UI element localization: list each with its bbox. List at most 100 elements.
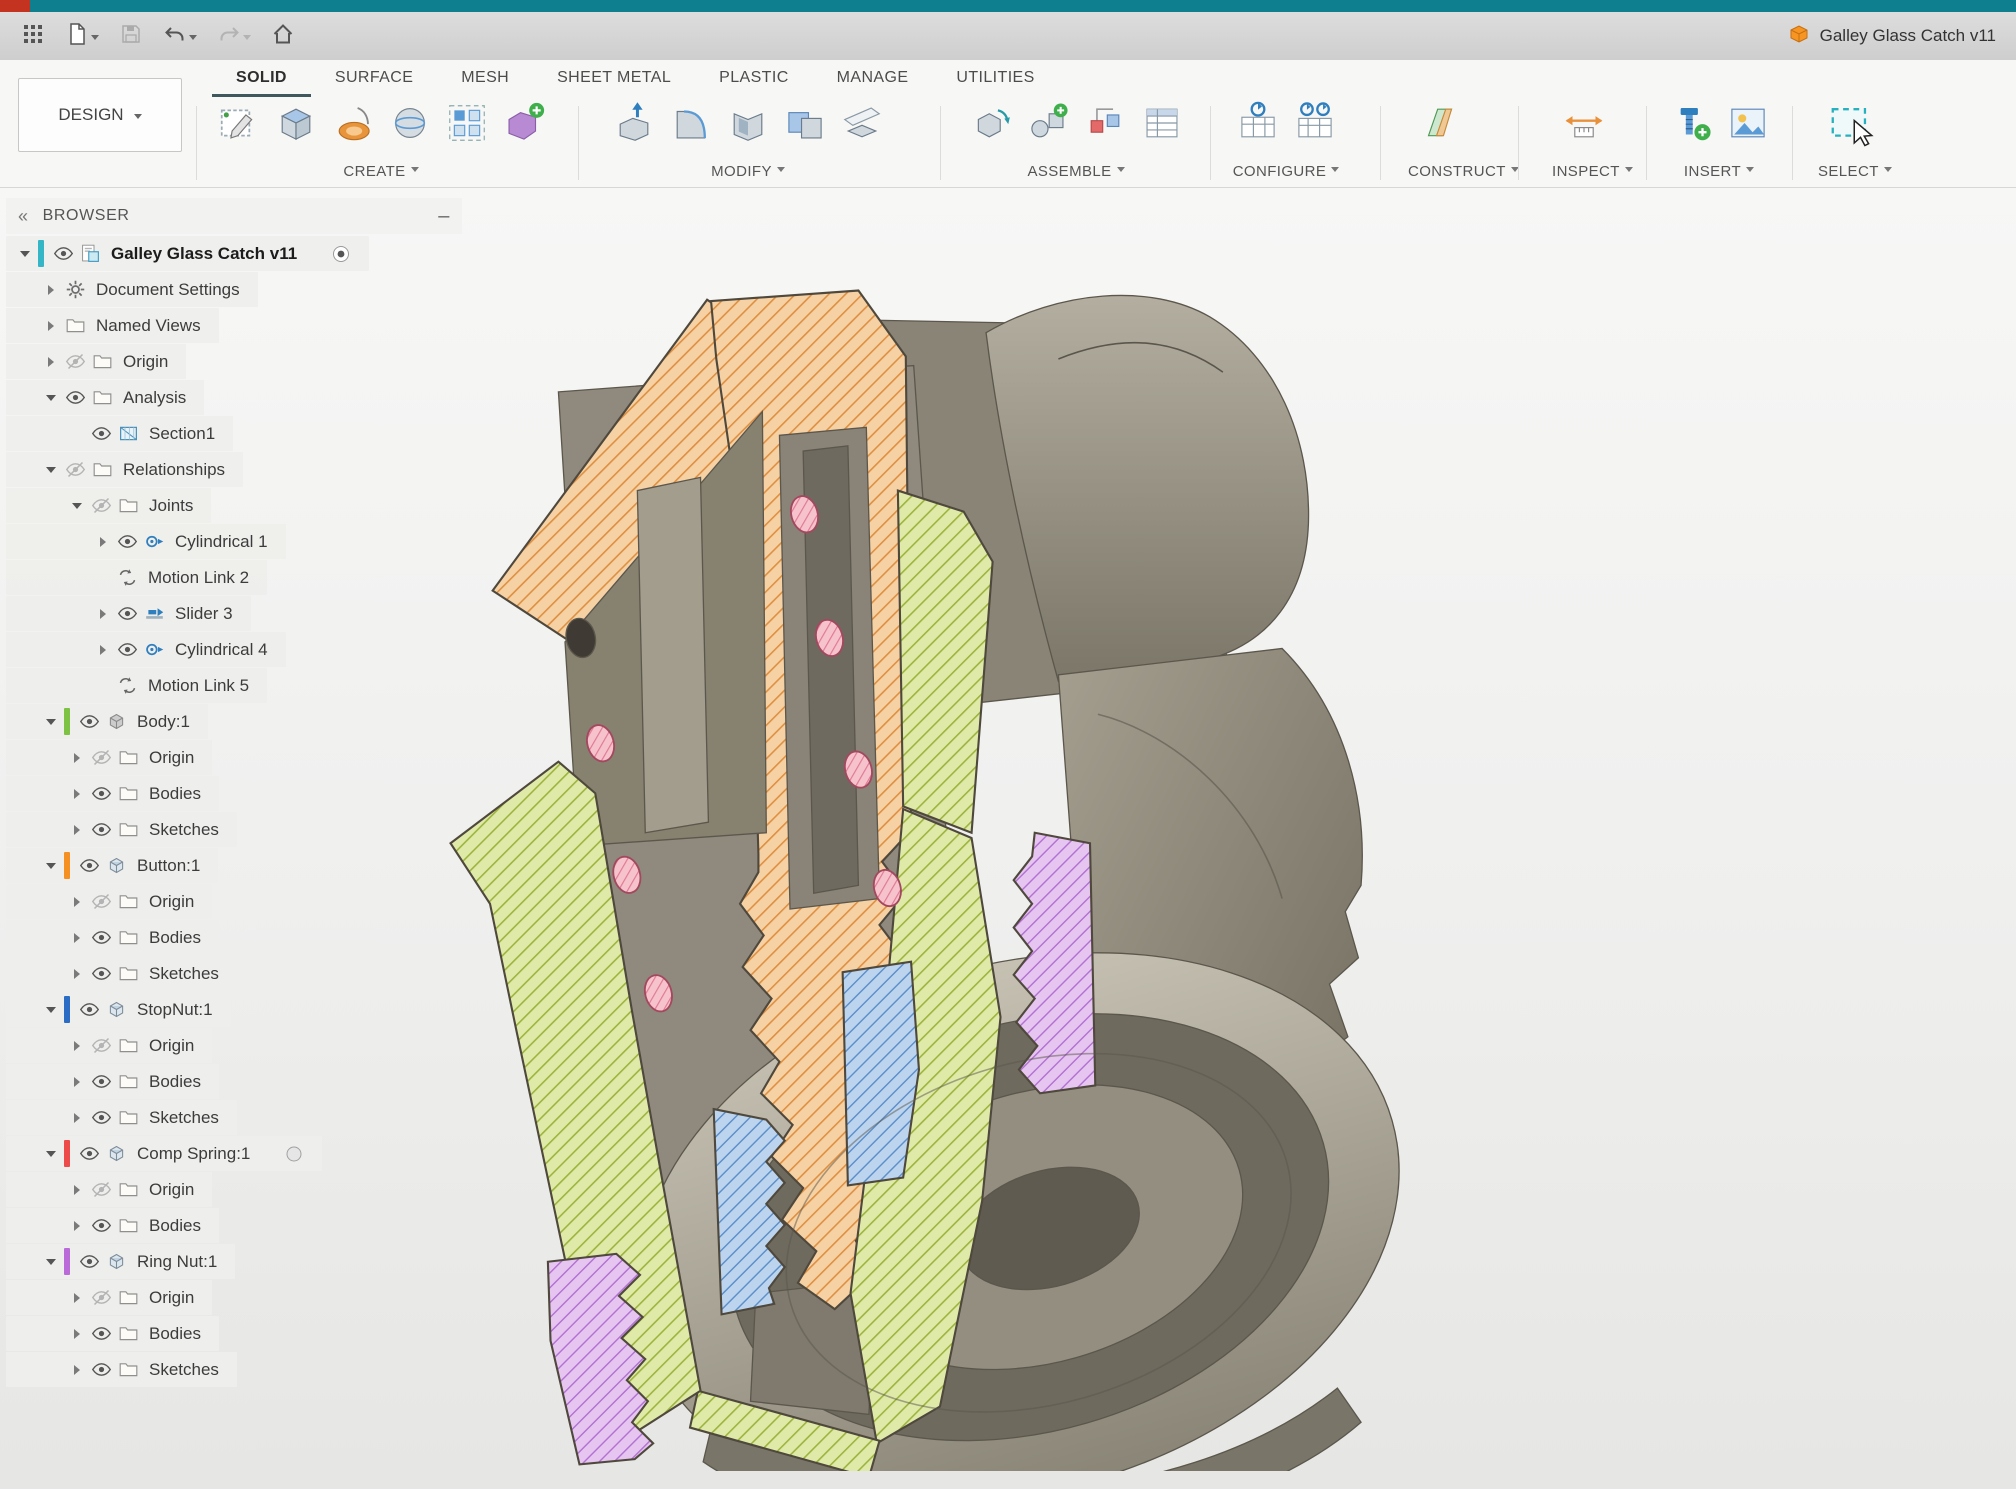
primitive-box-icon[interactable] xyxy=(270,97,322,149)
expand-arrow[interactable] xyxy=(66,1280,88,1315)
eye-icon[interactable] xyxy=(76,999,103,1020)
tree-row-slider-3[interactable]: Slider 3 xyxy=(6,596,251,631)
expand-arrow[interactable] xyxy=(66,1352,88,1387)
file-new-button[interactable] xyxy=(58,18,106,55)
eye-icon[interactable] xyxy=(114,531,141,552)
tree-item-label[interactable]: Sketches xyxy=(149,820,219,840)
expand-arrow[interactable] xyxy=(66,920,88,955)
expand-arrow[interactable] xyxy=(66,776,88,811)
eye-icon[interactable] xyxy=(76,855,103,876)
tree-row-stopnut-1[interactable]: StopNut:1 xyxy=(6,992,231,1027)
tree-item-label[interactable]: Section1 xyxy=(149,424,215,444)
eye-off-icon[interactable] xyxy=(62,351,89,372)
expand-arrow[interactable] xyxy=(40,1244,62,1279)
viewport-canvas[interactable] xyxy=(440,280,1440,1471)
configure-features-icon[interactable] xyxy=(1289,97,1341,149)
chevron-down-icon[interactable] xyxy=(243,34,251,44)
app-icon[interactable] xyxy=(0,0,30,12)
tree-item-label[interactable]: Motion Link 2 xyxy=(148,568,249,588)
tree-row-ring-nut-1[interactable]: Ring Nut:1 xyxy=(6,1244,236,1279)
measure-icon[interactable] xyxy=(1558,97,1610,149)
expand-arrow[interactable] xyxy=(66,1064,88,1099)
tree-row-origin[interactable]: Origin xyxy=(6,740,213,775)
tree-row-galley-glass-catch-v11[interactable]: Galley Glass Catch v11 xyxy=(6,236,370,271)
expand-arrow[interactable] xyxy=(66,1172,88,1207)
collapse-panel-icon[interactable]: « xyxy=(18,206,29,227)
tree-item-label[interactable]: Origin xyxy=(149,1036,194,1056)
rectangular-pattern-icon[interactable] xyxy=(441,97,493,149)
tree-row-origin[interactable]: Origin xyxy=(6,1172,213,1207)
tree-row-comp-spring-1[interactable]: Comp Spring:1 xyxy=(6,1136,323,1171)
group-dropdown-modify[interactable]: MODIFY xyxy=(600,163,896,180)
save-button[interactable] xyxy=(112,18,150,55)
tree-row-body-1[interactable]: Body:1 xyxy=(6,704,208,739)
expand-arrow[interactable] xyxy=(40,344,62,379)
eye-off-icon[interactable] xyxy=(88,747,115,768)
tree-row-bodies[interactable]: Bodies xyxy=(6,1208,219,1243)
eye-icon[interactable] xyxy=(88,783,115,804)
bom-table-icon[interactable] xyxy=(1136,97,1188,149)
group-dropdown-create[interactable]: CREATE xyxy=(205,163,557,180)
tree-item-label[interactable]: Cylindrical 4 xyxy=(175,640,268,660)
tree-item-label[interactable]: Analysis xyxy=(123,388,186,408)
tree-row-bodies[interactable]: Bodies xyxy=(6,1064,219,1099)
tree-row-analysis[interactable]: Analysis xyxy=(6,380,205,415)
minimize-panel-icon[interactable]: – xyxy=(438,206,450,226)
expand-arrow[interactable] xyxy=(66,884,88,919)
group-dropdown-configure[interactable]: CONFIGURE xyxy=(1226,163,1346,180)
tree-row-motion-link-5[interactable]: Motion Link 5 xyxy=(6,668,268,703)
tree-row-origin[interactable]: Origin xyxy=(6,1028,213,1063)
eye-icon[interactable] xyxy=(114,639,141,660)
tree-item-label[interactable]: Body:1 xyxy=(137,712,190,732)
eye-icon[interactable] xyxy=(88,1323,115,1344)
tree-item-label[interactable]: Document Settings xyxy=(96,280,240,300)
tab-solid[interactable]: SOLID xyxy=(212,60,311,97)
eye-icon[interactable] xyxy=(50,243,77,264)
tree-item-label[interactable]: Origin xyxy=(149,1180,194,1200)
eye-off-icon[interactable] xyxy=(88,1287,115,1308)
workspace-switcher[interactable]: DESIGN xyxy=(18,78,182,152)
redo-button[interactable] xyxy=(210,18,258,55)
tree-item-label[interactable]: Relationships xyxy=(123,460,225,480)
eye-off-icon[interactable] xyxy=(88,1179,115,1200)
selection-circle[interactable] xyxy=(284,1144,304,1164)
chevron-down-icon[interactable] xyxy=(189,34,197,44)
eye-icon[interactable] xyxy=(114,603,141,624)
expand-arrow[interactable] xyxy=(66,740,88,775)
tree-row-origin[interactable]: Origin xyxy=(6,884,213,919)
tree-item-label[interactable]: Slider 3 xyxy=(175,604,233,624)
home-button[interactable] xyxy=(264,18,302,55)
tree-item-label[interactable]: Sketches xyxy=(149,1108,219,1128)
construct-plane-icon[interactable] xyxy=(1414,97,1466,149)
expand-arrow[interactable] xyxy=(40,308,62,343)
tree-item-label[interactable]: Comp Spring:1 xyxy=(137,1144,250,1164)
tab-sheet-metal[interactable]: SHEET METAL xyxy=(533,60,695,97)
tree-item-label[interactable]: Galley Glass Catch v11 xyxy=(111,244,297,264)
expand-arrow[interactable] xyxy=(40,848,62,883)
tree-row-button-1[interactable]: Button:1 xyxy=(6,848,219,883)
tree-row-bodies[interactable]: Bodies xyxy=(6,920,219,955)
expand-arrow[interactable] xyxy=(92,524,114,559)
undo-button[interactable] xyxy=(156,18,204,55)
tree-row-origin[interactable]: Origin xyxy=(6,1280,213,1315)
eye-icon[interactable] xyxy=(88,927,115,948)
eye-off-icon[interactable] xyxy=(88,495,115,516)
expand-arrow[interactable] xyxy=(40,452,62,487)
app-grid-button[interactable] xyxy=(14,18,52,55)
press-pull-icon[interactable] xyxy=(608,97,660,149)
tree-row-joints[interactable]: Joints xyxy=(6,488,212,523)
eye-off-icon[interactable] xyxy=(62,459,89,480)
eye-icon[interactable] xyxy=(88,1359,115,1380)
revolve-icon[interactable] xyxy=(327,97,379,149)
eye-icon[interactable] xyxy=(88,819,115,840)
tree-row-sketches[interactable]: Sketches xyxy=(6,1352,237,1387)
tree-item-label[interactable]: Bodies xyxy=(149,784,201,804)
create-form-icon[interactable] xyxy=(498,97,550,149)
tree-item-label[interactable]: Joints xyxy=(149,496,193,516)
group-dropdown-construct[interactable]: CONSTRUCT xyxy=(1408,163,1519,180)
group-dropdown-insert[interactable]: INSERT xyxy=(1660,163,1778,180)
eye-icon[interactable] xyxy=(88,1071,115,1092)
expand-arrow[interactable] xyxy=(14,236,36,271)
tree-item-label[interactable]: Ring Nut:1 xyxy=(137,1252,217,1272)
expand-arrow[interactable] xyxy=(40,1136,62,1171)
